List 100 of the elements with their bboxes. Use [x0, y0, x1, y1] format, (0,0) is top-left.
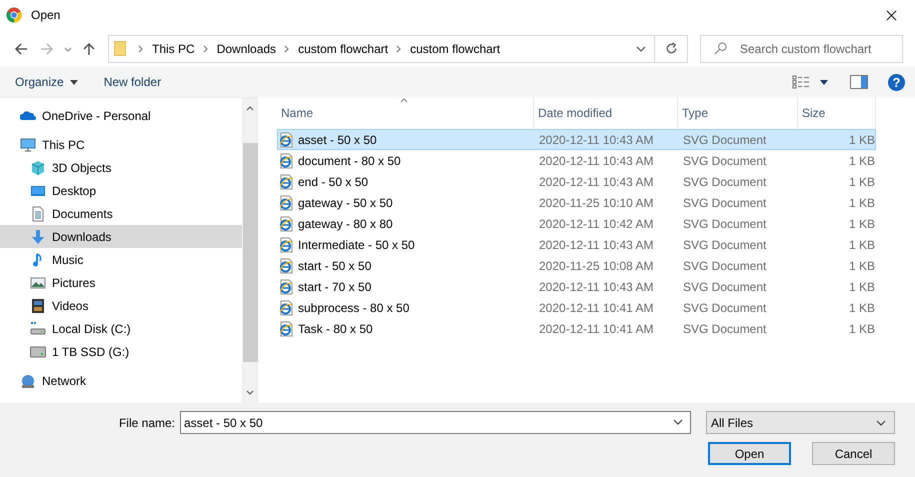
pictures-icon: [30, 274, 46, 290]
file-type: SVG Document: [682, 322, 768, 336]
file-row[interactable]: asset - 50 x 50 2020-12-11 10:43 AM SVG Document 1 KB: [277, 129, 876, 150]
search-field[interactable]: Search custom flowchart: [700, 34, 903, 62]
address-bar[interactable]: This PC Downloads custom flowchart custom flowchart: [108, 34, 688, 62]
document-icon: [278, 300, 294, 316]
scrollbar-thumb[interactable]: [242, 143, 258, 362]
file-size: 1 KB: [848, 174, 876, 188]
sidebar-item[interactable]: Videos: [0, 294, 242, 317]
chevron-down-icon: [673, 418, 683, 426]
file-type: SVG Document: [682, 258, 768, 272]
chevron-right-icon: [202, 44, 209, 52]
file-type: SVG Document: [682, 154, 768, 168]
file-type: SVG Document: [682, 300, 768, 314]
file-row[interactable]: start - 70 x 50 2020-12-11 10:43 AM SVG Document 1 KB: [277, 276, 876, 297]
breadcrumb-item[interactable]: Downloads: [216, 42, 276, 56]
file-date: 2020-12-11 10:43 AM: [538, 174, 655, 188]
sidebar-item[interactable]: Documents: [0, 202, 242, 225]
file-date: 2020-12-11 10:42 AM: [538, 216, 655, 230]
file-name: end - 50 x 50: [298, 174, 368, 188]
chevron-down-icon[interactable]: [636, 44, 646, 52]
document-icon: [278, 194, 294, 210]
file-type: SVG Document: [682, 280, 768, 294]
sidebar-item[interactable]: Network: [0, 369, 242, 392]
documents-icon: [30, 206, 46, 222]
scroll-down-icon[interactable]: [246, 390, 254, 395]
document-icon: [278, 216, 294, 232]
sidebar-item[interactable]: Music: [0, 248, 242, 271]
file-size: 1 KB: [848, 322, 876, 336]
caret-icon[interactable]: [820, 80, 828, 84]
new-folder-button[interactable]: New folder: [96, 72, 168, 92]
file-name-label: File name:: [118, 416, 176, 430]
videos-icon: [30, 298, 46, 314]
scroll-up-icon[interactable]: [246, 106, 254, 111]
sidebar-item[interactable]: Desktop: [0, 179, 242, 202]
file-type-dropdown[interactable]: All Files: [706, 411, 895, 434]
file-name: asset - 50 x 50: [298, 132, 377, 146]
file-date: 2020-12-11 10:43 AM: [538, 238, 655, 252]
file-type: SVG Document: [682, 216, 768, 230]
chevron-right-icon: [284, 44, 290, 52]
sidebar-item[interactable]: Pictures: [0, 271, 242, 294]
file-size: 1 KB: [848, 258, 876, 272]
sidebar-item[interactable]: Downloads: [0, 225, 242, 248]
breadcrumb-item[interactable]: This PC: [152, 42, 195, 56]
file-name: subprocess - 80 x 50: [298, 300, 410, 314]
sidebar-item[interactable]: OneDrive - Personal: [0, 104, 242, 127]
sidebar-item[interactable]: 3D Objects: [0, 156, 242, 179]
file-date: 2020-11-25 10:08 AM: [538, 258, 655, 272]
file-name: gateway - 80 x 80: [298, 216, 393, 230]
file-name: document - 80 x 50: [298, 154, 401, 168]
help-button[interactable]: ?: [888, 74, 905, 90]
file-row[interactable]: document - 80 x 50 2020-12-11 10:43 AM SVG Document 1 KB: [277, 150, 876, 171]
file-name: start - 70 x 50: [298, 280, 372, 294]
back-arrow-icon[interactable]: [14, 42, 28, 56]
file-date: 2020-12-11 10:43 AM: [538, 154, 655, 168]
window-title: Open: [31, 8, 60, 22]
file-name: start - 50 x 50: [298, 258, 372, 272]
file-row[interactable]: end - 50 x 50 2020-12-11 10:43 AM SVG Document 1 KB: [277, 171, 876, 192]
organize-button[interactable]: Organize: [8, 72, 85, 92]
file-date: 2020-12-11 10:41 AM: [538, 300, 655, 314]
chevron-down-icon[interactable]: [64, 44, 72, 52]
file-size: 1 KB: [848, 132, 876, 146]
cancel-button[interactable]: Cancel: [812, 442, 895, 465]
document-icon: [278, 258, 294, 274]
sidebar-item[interactable]: This PC: [0, 133, 242, 156]
file-row[interactable]: gateway - 50 x 50 2020-11-25 10:10 AM SVG Document 1 KB: [277, 192, 876, 213]
sort-up-icon: [400, 98, 408, 103]
network-icon: [20, 372, 36, 388]
caret-icon: [70, 80, 78, 84]
view-list-icon[interactable]: [792, 75, 810, 89]
file-size: 1 KB: [848, 300, 876, 314]
breadcrumb-item[interactable]: custom flowchart: [298, 42, 388, 56]
sidebar-item[interactable]: Local Disk (C:): [0, 317, 242, 340]
file-type: SVG Document: [682, 196, 768, 210]
file-row[interactable]: start - 50 x 50 2020-11-25 10:08 AM SVG Document 1 KB: [277, 255, 876, 276]
drive-icon: [30, 344, 46, 360]
up-arrow-icon[interactable]: [82, 42, 96, 56]
file-name: Intermediate - 50 x 50: [298, 238, 415, 252]
file-date: 2020-12-11 10:41 AM: [538, 322, 655, 336]
file-row[interactable]: Intermediate - 50 x 50 2020-12-11 10:43 AM SVG Document 1 KB: [277, 234, 876, 255]
document-icon: [278, 152, 294, 168]
file-name-field[interactable]: asset - 50 x 50: [180, 411, 691, 434]
file-type: SVG Document: [682, 238, 768, 252]
folder-icon: [114, 41, 126, 56]
file-size: 1 KB: [848, 196, 876, 210]
file-row[interactable]: gateway - 80 x 80 2020-12-11 10:42 AM SVG Document 1 KB: [277, 213, 876, 234]
file-row[interactable]: Task - 80 x 50 2020-12-11 10:41 AM SVG Document 1 KB: [277, 318, 876, 339]
file-row[interactable]: subprocess - 80 x 50 2020-12-11 10:41 AM SVG Document 1 KB: [277, 297, 876, 318]
breadcrumb-item[interactable]: custom flowchart: [410, 42, 500, 56]
chevron-down-icon: [876, 418, 886, 426]
open-button[interactable]: Open: [708, 442, 791, 465]
browser-logo-icon: [6, 7, 22, 23]
pc-icon: [20, 136, 36, 152]
file-date: 2020-12-11 10:43 AM: [538, 132, 655, 146]
close-icon[interactable]: [886, 10, 897, 20]
downloads-icon: [30, 228, 46, 244]
sidebar-item[interactable]: 1 TB SSD (G:): [0, 340, 242, 363]
system-drive-icon: [30, 320, 46, 336]
file-size: 1 KB: [848, 238, 876, 252]
preview-pane-icon[interactable]: [850, 75, 868, 89]
